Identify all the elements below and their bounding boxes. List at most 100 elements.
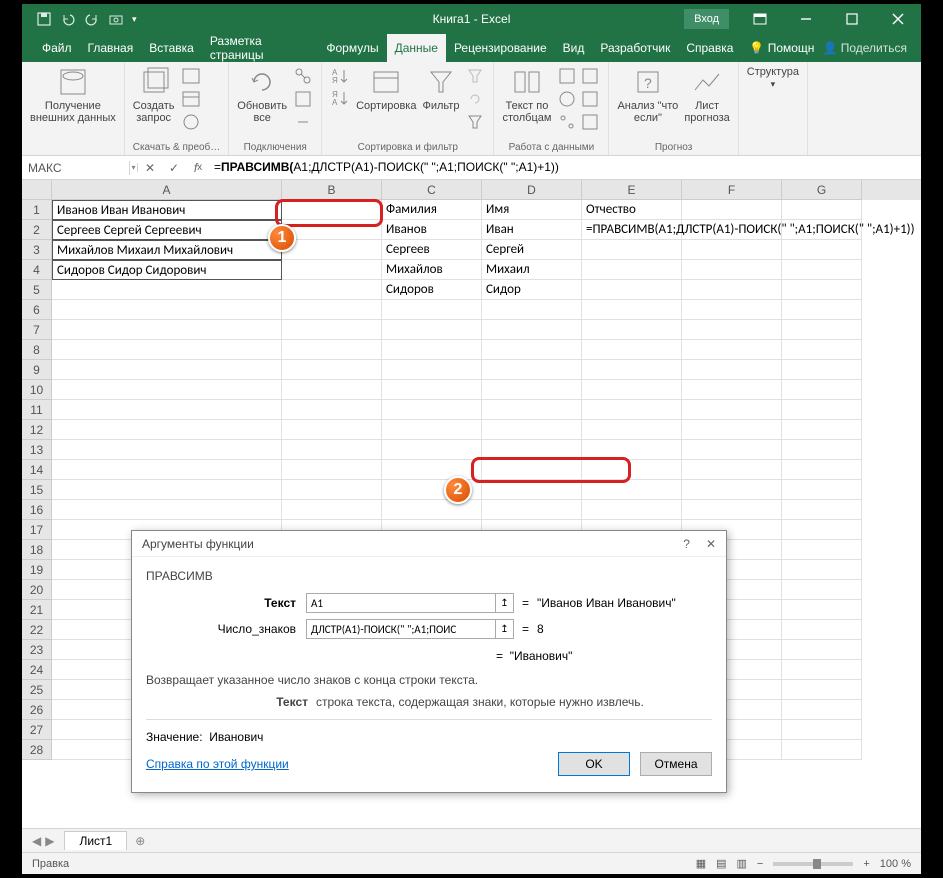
row-header[interactable]: 13 [22,440,52,460]
next-sheet-icon[interactable]: ▶ [45,834,54,848]
name-box[interactable]: МАКС [22,161,130,175]
cell-C13[interactable] [382,440,482,460]
remove-duplicates-icon[interactable] [580,66,600,86]
text-to-columns-button[interactable]: Текст по столбцам [502,66,551,124]
cell-D16[interactable] [482,500,582,520]
zoom-slider[interactable] [773,862,853,866]
cell-G24[interactable] [782,660,862,680]
arg1-collapse-icon[interactable]: ↥ [496,593,514,613]
cell-G6[interactable] [782,300,862,320]
cell-B4[interactable] [282,260,382,280]
row-header[interactable]: 14 [22,460,52,480]
cell-B16[interactable] [282,500,382,520]
cell-E5[interactable] [582,280,682,300]
cell-F9[interactable] [682,360,782,380]
cell-G11[interactable] [782,400,862,420]
row-header[interactable]: 25 [22,680,52,700]
row-header[interactable]: 23 [22,640,52,660]
cell-D1[interactable]: Имя [482,200,582,220]
cell-F2[interactable] [682,220,782,240]
cell-A12[interactable] [52,420,282,440]
fx-icon[interactable]: fx [186,161,210,175]
cell-F13[interactable] [682,440,782,460]
cell-D11[interactable] [482,400,582,420]
camera-icon[interactable] [108,11,124,27]
cell-G3[interactable] [782,240,862,260]
col-header-B[interactable]: B [282,180,382,200]
tab-help[interactable]: Справка [678,34,741,62]
tab-tell-me[interactable]: 💡 Помощн [741,34,822,62]
cell-G14[interactable] [782,460,862,480]
cell-E11[interactable] [582,400,682,420]
arg2-input[interactable] [306,619,496,639]
refresh-all-button[interactable]: Обновить все [237,66,287,124]
cell-B8[interactable] [282,340,382,360]
cell-A7[interactable] [52,320,282,340]
cell-F1[interactable] [682,200,782,220]
col-header-G[interactable]: G [782,180,862,200]
cell-G2[interactable] [782,220,862,240]
cell-C10[interactable] [382,380,482,400]
cell-B3[interactable] [282,240,382,260]
cell-A5[interactable] [52,280,282,300]
cell-D8[interactable] [482,340,582,360]
clear-filter-icon[interactable] [465,66,485,86]
row-header[interactable]: 4 [22,260,52,280]
row-header[interactable]: 28 [22,740,52,760]
cell-A9[interactable] [52,360,282,380]
share-button[interactable]: 👤 Поделиться [822,34,921,62]
cell-A4[interactable]: Сидоров Сидор Сидорович [52,260,282,280]
cell-A1[interactable]: Иванов Иван Иванович [52,200,282,220]
namebox-dropdown-icon[interactable]: ▾ [130,163,138,172]
filter-button[interactable]: Фильтр [422,66,459,112]
cell-D6[interactable] [482,300,582,320]
row-header[interactable]: 11 [22,400,52,420]
cell-G16[interactable] [782,500,862,520]
cell-A15[interactable] [52,480,282,500]
cell-D2[interactable]: Иван [482,220,582,240]
cell-C11[interactable] [382,400,482,420]
cell-G22[interactable] [782,620,862,640]
row-header[interactable]: 2 [22,220,52,240]
cell-C7[interactable] [382,320,482,340]
cell-C8[interactable] [382,340,482,360]
cell-A14[interactable] [52,460,282,480]
cell-B13[interactable] [282,440,382,460]
cell-G26[interactable] [782,700,862,720]
col-header-E[interactable]: E [582,180,682,200]
cell-C3[interactable]: Сергеев [382,240,482,260]
cell-D12[interactable] [482,420,582,440]
cell-B6[interactable] [282,300,382,320]
cell-G7[interactable] [782,320,862,340]
cell-G9[interactable] [782,360,862,380]
cell-F7[interactable] [682,320,782,340]
row-header[interactable]: 27 [22,720,52,740]
relationships-icon[interactable] [557,112,577,132]
sort-button[interactable]: Сортировка [356,66,416,112]
cell-C14[interactable] [382,460,482,480]
cell-B11[interactable] [282,400,382,420]
tab-view[interactable]: Вид [555,34,593,62]
cell-G15[interactable] [782,480,862,500]
row-header[interactable]: 3 [22,240,52,260]
cell-C16[interactable] [382,500,482,520]
row-header[interactable]: 21 [22,600,52,620]
cell-G25[interactable] [782,680,862,700]
dialog-help-icon[interactable]: ? [683,537,690,551]
row-header[interactable]: 22 [22,620,52,640]
cell-G10[interactable] [782,380,862,400]
cell-A3[interactable]: Михайлов Михаил Михайлович [52,240,282,260]
zoom-out-icon[interactable]: − [757,858,763,870]
cell-G21[interactable] [782,600,862,620]
connections-icon[interactable] [293,66,313,86]
cell-F12[interactable] [682,420,782,440]
undo-icon[interactable] [60,11,76,27]
data-validation-icon[interactable] [557,89,577,109]
cell-F11[interactable] [682,400,782,420]
tab-developer[interactable]: Разработчик [592,34,678,62]
sort-asc-icon[interactable]: АЯ [330,66,350,86]
cell-E15[interactable] [582,480,682,500]
cell-F8[interactable] [682,340,782,360]
cell-F6[interactable] [682,300,782,320]
select-all-button[interactable] [22,180,52,200]
